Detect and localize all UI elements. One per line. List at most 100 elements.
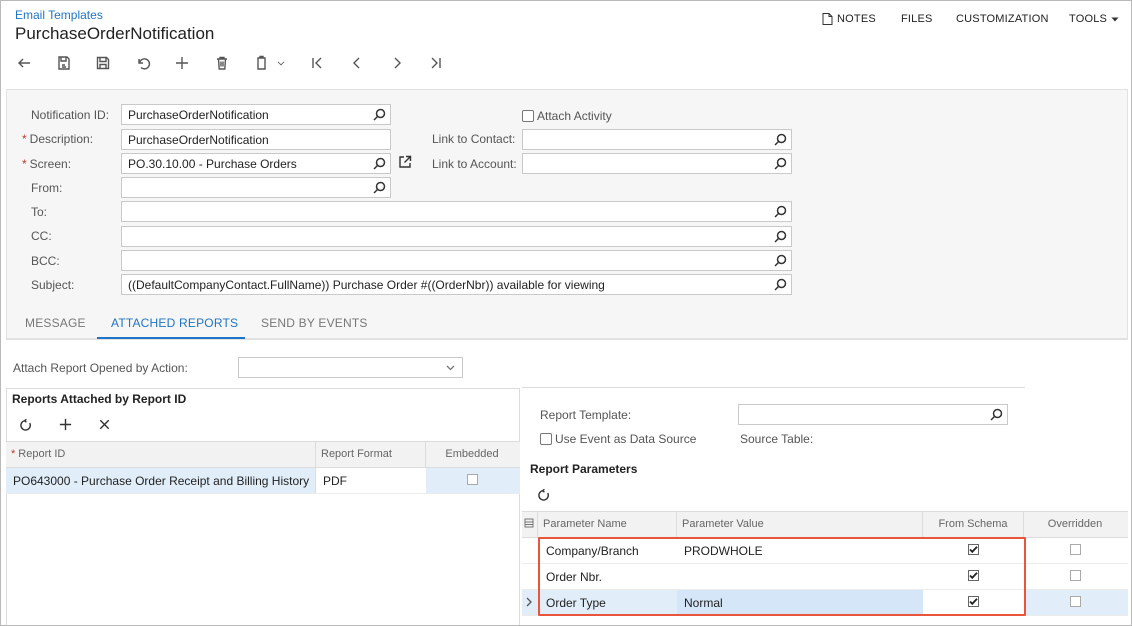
close-icon — [99, 419, 109, 429]
copy-paste-icon — [257, 55, 266, 70]
back-icon — [18, 58, 30, 68]
files-button[interactable]: FILES — [901, 13, 933, 25]
from-schema-checkbox[interactable] — [968, 596, 979, 607]
attach-by-action-select[interactable] — [238, 357, 463, 378]
caret-down-icon — [1111, 17, 1119, 21]
embedded-cell[interactable] — [426, 468, 518, 493]
use-event-checkbox[interactable]: Use Event as Data Source — [540, 432, 696, 446]
previous-record-button[interactable] — [347, 53, 367, 73]
next-icon — [394, 57, 401, 69]
cc-field[interactable] — [121, 226, 792, 247]
save-button[interactable] — [93, 53, 113, 73]
parameter-name-cell[interactable]: Order Nbr. — [538, 564, 677, 589]
search-icon[interactable] — [774, 157, 787, 170]
column-chooser[interactable] — [522, 512, 538, 537]
tab-message[interactable]: MESSAGE — [25, 316, 86, 330]
table-row[interactable]: Order Nbr. — [522, 564, 1128, 590]
col-parameter-value[interactable]: Parameter Value — [677, 512, 923, 537]
delete-icon — [217, 56, 227, 70]
delete-report-button[interactable] — [95, 415, 113, 433]
external-link-icon — [399, 155, 412, 168]
report-template-field[interactable] — [738, 404, 1008, 425]
search-icon[interactable] — [774, 254, 787, 267]
parameter-value-cell[interactable]: PRODWHOLE — [677, 538, 923, 563]
use-event-box[interactable] — [540, 433, 552, 445]
cancel-save-button[interactable] — [54, 53, 74, 73]
search-icon[interactable] — [774, 278, 787, 291]
overridden-cell[interactable] — [1024, 538, 1126, 563]
undo-button[interactable] — [133, 53, 153, 73]
link-contact-field[interactable] — [522, 129, 792, 150]
overridden-checkbox[interactable] — [1069, 544, 1081, 555]
search-icon[interactable] — [990, 408, 1003, 421]
col-report-id[interactable]: * Report ID — [6, 442, 316, 467]
notes-label: NOTES — [837, 13, 876, 25]
first-icon — [312, 57, 322, 69]
table-row[interactable]: Company/Branch PRODWHOLE — [522, 538, 1128, 564]
screen-field[interactable]: PO.30.10.00 - Purchase Orders — [121, 153, 391, 174]
copy-paste-button[interactable] — [252, 53, 272, 73]
add-icon — [59, 418, 71, 430]
from-schema-cell[interactable] — [923, 590, 1024, 615]
open-screen-link[interactable] — [398, 155, 412, 169]
refresh-reports-button[interactable] — [16, 415, 34, 433]
next-record-button[interactable] — [387, 53, 407, 73]
parameter-name-cell[interactable]: Order Type — [538, 590, 677, 615]
notification-id-field[interactable]: PurchaseOrderNotification — [121, 104, 391, 125]
parameter-name-cell[interactable]: Company/Branch — [538, 538, 677, 563]
copy-paste-dropdown[interactable] — [274, 53, 288, 73]
refresh-parameters-button[interactable] — [534, 485, 552, 503]
report-id-cell[interactable]: PO643000 - Purchase Order Receipt and Bi… — [6, 468, 316, 493]
table-row[interactable]: PO643000 - Purchase Order Receipt and Bi… — [6, 468, 520, 494]
col-from-schema[interactable]: From Schema — [923, 512, 1024, 537]
last-record-button[interactable] — [426, 53, 446, 73]
table-row[interactable]: Order Type Normal — [522, 590, 1128, 616]
tab-attached-reports[interactable]: ATTACHED REPORTS — [111, 316, 238, 330]
description-field[interactable]: PurchaseOrderNotification — [121, 129, 391, 150]
tab-send-by-events[interactable]: SEND BY EVENTS — [261, 316, 368, 330]
search-icon[interactable] — [373, 157, 386, 170]
subject-field[interactable]: ((DefaultCompanyContact.FullName)) Purch… — [121, 274, 792, 295]
notification-id-label: Notification ID: — [31, 108, 110, 122]
attach-activity-checkbox[interactable]: Attach Activity — [522, 109, 612, 123]
window: Email Templates PurchaseOrderNotificatio… — [0, 0, 1132, 626]
search-icon[interactable] — [774, 205, 787, 218]
attach-activity-box[interactable] — [522, 110, 534, 122]
search-icon[interactable] — [373, 108, 386, 121]
link-account-field[interactable] — [522, 153, 792, 174]
breadcrumb-email-templates[interactable]: Email Templates — [15, 8, 103, 22]
search-icon[interactable] — [774, 230, 787, 243]
col-parameter-name[interactable]: Parameter Name — [538, 512, 677, 537]
search-icon[interactable] — [373, 181, 386, 194]
overridden-checkbox[interactable] — [1069, 596, 1081, 607]
overridden-checkbox[interactable] — [1069, 570, 1081, 581]
bcc-field[interactable] — [121, 250, 792, 271]
report-format-cell[interactable]: PDF — [316, 468, 426, 493]
from-schema-checkbox[interactable] — [968, 544, 979, 555]
from-schema-cell[interactable] — [923, 538, 1024, 563]
chevron-down-icon — [446, 365, 455, 371]
from-field[interactable] — [121, 177, 391, 198]
add-button[interactable] — [172, 53, 192, 73]
add-report-button[interactable] — [56, 415, 74, 433]
to-field[interactable] — [121, 201, 792, 222]
overridden-cell[interactable] — [1024, 590, 1126, 615]
link-contact-label: Link to Contact: — [432, 132, 516, 146]
col-overridden[interactable]: Overridden — [1024, 512, 1126, 537]
customization-button[interactable]: CUSTOMIZATION — [956, 13, 1049, 25]
embedded-checkbox[interactable] — [466, 474, 478, 485]
tools-button[interactable]: TOOLS — [1069, 13, 1119, 25]
parameter-value-cell[interactable]: Normal — [677, 590, 923, 615]
parameter-value-cell[interactable] — [677, 564, 923, 589]
from-schema-checkbox[interactable] — [968, 570, 979, 581]
first-record-button[interactable] — [307, 53, 327, 73]
search-icon[interactable] — [774, 133, 787, 146]
notes-button[interactable]: NOTES — [822, 13, 876, 25]
col-embedded[interactable]: Embedded — [426, 442, 518, 467]
note-icon — [822, 13, 833, 25]
from-schema-cell[interactable] — [923, 564, 1024, 589]
back-button[interactable] — [14, 53, 34, 73]
overridden-cell[interactable] — [1024, 564, 1126, 589]
col-report-format[interactable]: Report Format — [316, 442, 426, 467]
delete-button[interactable] — [212, 53, 232, 73]
